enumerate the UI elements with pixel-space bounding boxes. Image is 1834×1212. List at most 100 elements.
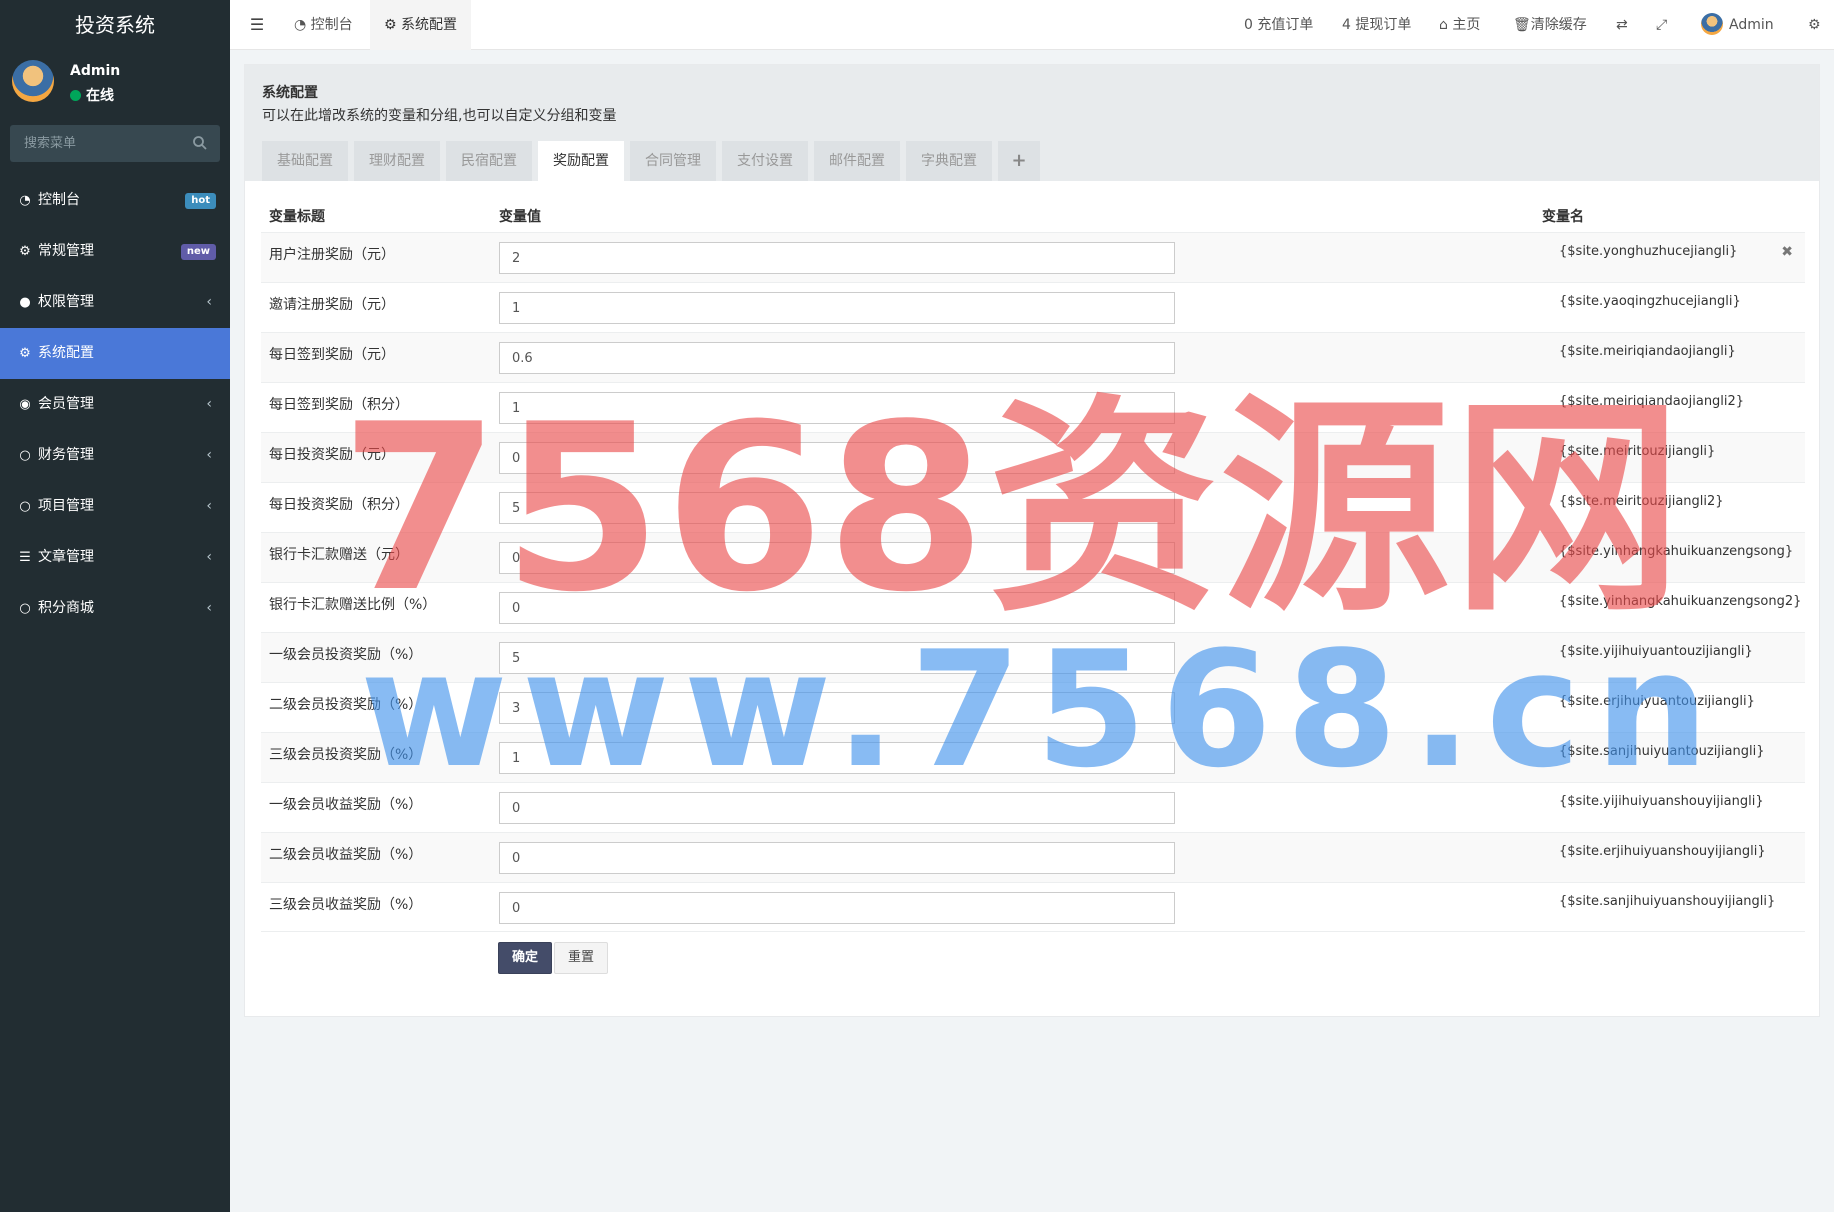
value-input[interactable]	[499, 242, 1175, 274]
sidebar-item-projects[interactable]: ○ 项目管理 ‹	[0, 481, 230, 532]
var-name: {$site.erjihuiyuantouzijiangli}	[1559, 694, 1755, 709]
value-input[interactable]	[499, 392, 1175, 424]
value-input[interactable]	[499, 892, 1175, 924]
home-link[interactable]: ⌂ 主页	[1439, 0, 1480, 50]
tab-homestay-config[interactable]: 民宿配置	[446, 141, 532, 181]
value-input[interactable]	[499, 842, 1175, 874]
var-name: {$site.yonghuzhucejiangli}	[1559, 244, 1738, 259]
table-row: 用户注册奖励（元） {$site.yonghuzhucejiangli} ✖	[261, 232, 1805, 282]
tab-email-config[interactable]: 邮件配置	[814, 141, 900, 181]
var-name: {$site.meiritouzijiangli2}	[1559, 494, 1724, 509]
trash-icon: 🗑	[1513, 17, 1531, 33]
var-name: {$site.meiriqiandaojiangli2}	[1559, 394, 1745, 409]
translate-icon[interactable]: ⇄	[1616, 0, 1628, 50]
chevron-left-icon: ‹	[206, 447, 212, 463]
panel-heading: 系统配置 可以在此增改系统的变量和分组,也可以自定义分组和变量 基础配置 理财配…	[245, 65, 1819, 181]
user-status: 在线	[70, 85, 114, 105]
tab-system-config[interactable]: ⚙ 系统配置	[370, 0, 472, 50]
var-name: {$site.yinhangkahuikuanzengsong}	[1559, 544, 1794, 559]
sidebar-item-permissions[interactable]: ● 权限管理 ‹	[0, 277, 230, 328]
recharge-orders-link[interactable]: 0 充值订单	[1244, 0, 1313, 50]
var-name: {$site.yaoqingzhucejiangli}	[1559, 294, 1741, 309]
cogs-icon[interactable]: ⚙	[1808, 0, 1821, 50]
row-label: 每日投资奖励（积分）	[269, 497, 409, 513]
withdraw-orders-link[interactable]: 4 提现订单	[1342, 0, 1411, 50]
user-status-label: 在线	[86, 88, 114, 104]
new-badge: new	[180, 244, 216, 260]
circle-icon: ○	[19, 499, 31, 514]
table-row: 三级会员投资奖励（%） {$site.sanjihuiyuantouzijian…	[261, 732, 1805, 782]
var-name: {$site.meiriqiandaojiangli}	[1559, 344, 1736, 359]
row-label: 一级会员投资奖励（%）	[269, 647, 423, 663]
sidebar-item-system-config[interactable]: ⚙ 系统配置	[0, 328, 230, 379]
circle-icon: ○	[19, 448, 31, 463]
table-row: 三级会员收益奖励（%） {$site.sanjihuiyuanshouyijia…	[261, 882, 1805, 932]
value-input[interactable]	[499, 292, 1175, 324]
row-label: 银行卡汇款赠送比例（%）	[269, 597, 437, 613]
list-icon: ☰	[19, 550, 31, 565]
chevron-left-icon: ‹	[206, 294, 212, 310]
add-tab-button[interactable]: +	[998, 141, 1040, 181]
table-row: 每日投资奖励（元） {$site.meiritouzijiangli}	[261, 432, 1805, 482]
confirm-button[interactable]: 确定	[498, 942, 553, 974]
search-icon[interactable]	[192, 135, 208, 151]
row-label: 每日投资奖励（元）	[269, 447, 395, 463]
dashboard-icon: ◔	[19, 193, 31, 208]
value-input[interactable]	[499, 442, 1175, 474]
gear-icon: ⚙	[19, 346, 31, 361]
chevron-left-icon: ‹	[206, 396, 212, 412]
sidebar-item-label: 系统配置	[38, 345, 94, 361]
value-input[interactable]	[499, 492, 1175, 524]
value-input[interactable]	[499, 342, 1175, 374]
var-name: {$site.meiritouzijiangli}	[1559, 444, 1716, 459]
reset-button[interactable]: 重置	[554, 942, 609, 974]
sidebar-item-label: 会员管理	[38, 396, 94, 412]
sidebar-item-label: 常规管理	[38, 243, 94, 259]
sidebar-search	[10, 125, 220, 162]
sidebar-item-members[interactable]: ◉ 会员管理 ‹	[0, 379, 230, 430]
var-name: {$site.yijihuiyuantouzijiangli}	[1559, 644, 1753, 659]
user-menu[interactable]: Admin	[1701, 0, 1774, 50]
tab-dashboard[interactable]: ◔ 控制台	[280, 0, 367, 50]
online-dot-icon	[70, 90, 81, 101]
tab-payment-settings[interactable]: 支付设置	[722, 141, 808, 181]
row-label: 三级会员投资奖励（%）	[269, 747, 423, 763]
search-input[interactable]	[10, 125, 190, 162]
sidebar-item-points-mall[interactable]: ○ 积分商城 ‹	[0, 583, 230, 634]
value-input[interactable]	[499, 642, 1175, 674]
tab-reward-config[interactable]: 奖励配置	[538, 141, 624, 181]
row-label: 三级会员收益奖励（%）	[269, 897, 423, 913]
sidebar-item-label: 权限管理	[38, 294, 94, 310]
fullscreen-icon[interactable]: ⤢	[1656, 0, 1667, 50]
clear-cache-link[interactable]: 🗑清除缓存	[1513, 0, 1587, 50]
table-row: 二级会员收益奖励（%） {$site.erjihuiyuanshouyijian…	[261, 832, 1805, 882]
sidebar-item-finance[interactable]: ○ 财务管理 ‹	[0, 430, 230, 481]
sidebar-item-label: 积分商城	[38, 600, 94, 616]
value-input[interactable]	[499, 592, 1175, 624]
tab-contract-management[interactable]: 合同管理	[630, 141, 716, 181]
tab-basic-config[interactable]: 基础配置	[262, 141, 348, 181]
chevron-left-icon: ‹	[206, 600, 212, 616]
page-description: 可以在此增改系统的变量和分组,也可以自定义分组和变量	[262, 108, 617, 124]
close-icon[interactable]: ✖	[1781, 244, 1793, 260]
avatar	[12, 60, 54, 102]
sidebar-item-articles[interactable]: ☰ 文章管理 ‹	[0, 532, 230, 583]
value-input[interactable]	[499, 742, 1175, 774]
header-name: 变量名	[1542, 209, 1584, 225]
value-input[interactable]	[499, 542, 1175, 574]
tab-dictionary-config[interactable]: 字典配置	[906, 141, 992, 181]
value-input[interactable]	[499, 692, 1175, 724]
menu-toggle-icon[interactable]: ☰	[242, 0, 272, 50]
user-circle-icon: ◉	[19, 397, 31, 412]
tab-finance-config[interactable]: 理财配置	[354, 141, 440, 181]
brand-logo[interactable]: 投资系统	[0, 0, 230, 50]
value-input[interactable]	[499, 792, 1175, 824]
sidebar-item-dashboard[interactable]: ◔ 控制台 hot	[0, 175, 230, 226]
sidebar-menu: ◔ 控制台 hot ⚙ 常规管理 new ● 权限管理 ‹ ⚙ 系统配置 ◉ 会员管理 ‹…	[0, 175, 230, 634]
cogs-icon: ⚙	[19, 244, 31, 259]
config-panel: 系统配置 可以在此增改系统的变量和分组,也可以自定义分组和变量 基础配置 理财配…	[244, 64, 1820, 1017]
sidebar-item-general[interactable]: ⚙ 常规管理 new	[0, 226, 230, 277]
var-name: {$site.erjihuiyuanshouyijiangli}	[1559, 844, 1766, 859]
row-label: 用户注册奖励（元）	[269, 247, 395, 263]
var-name: {$site.yijihuiyuanshouyijiangli}	[1559, 794, 1764, 809]
